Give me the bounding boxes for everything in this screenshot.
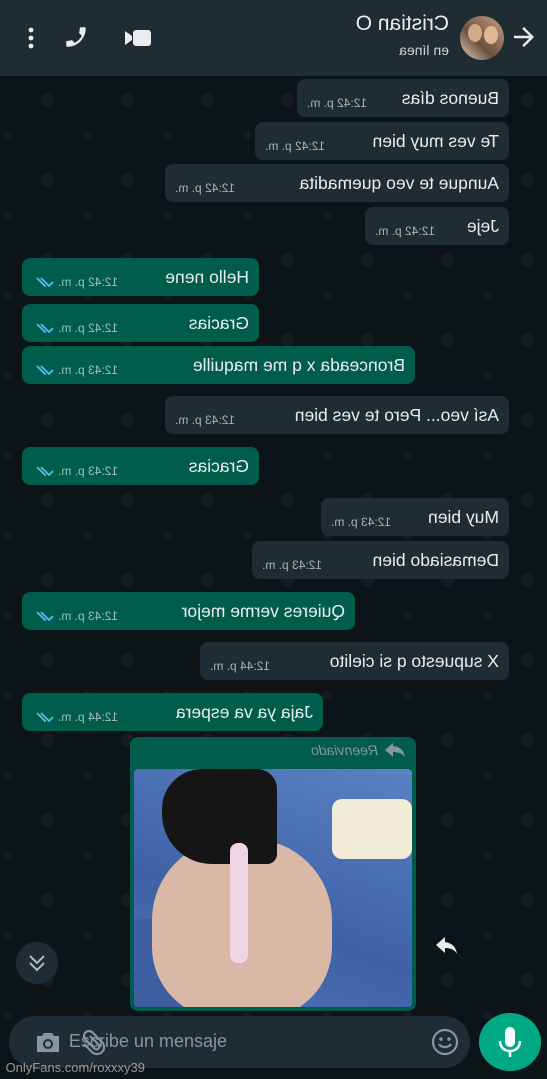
read-ticks-icon	[36, 323, 54, 334]
contact-avatar[interactable]	[460, 16, 504, 60]
message-text: Muy bien	[427, 506, 499, 527]
forward-icon	[385, 743, 405, 757]
microphone-icon[interactable]	[479, 1013, 541, 1071]
scroll-down-icon[interactable]	[16, 942, 58, 984]
forwarded-text: Reenviado	[311, 742, 378, 758]
message-text: Jeje	[466, 215, 499, 236]
message-text: Demasiado bien	[372, 549, 499, 570]
chat-header: Cristian O en línea	[0, 0, 547, 76]
message-text: Bronceada x q me maquille	[192, 354, 405, 375]
message-bubble-incoming[interactable]: Muy bien 12:43 p. m.	[321, 498, 509, 536]
forward-share-icon[interactable]	[425, 924, 469, 968]
message-bubble-incoming[interactable]: Jeje 12:42 p. m.	[365, 207, 509, 245]
voice-call-icon[interactable]	[63, 24, 89, 50]
back-arrow-icon[interactable]	[509, 22, 539, 52]
watermark: OnlyFans.com/roxxxy39	[6, 1060, 146, 1075]
message-time: 12:43 p. m.	[58, 609, 119, 623]
photo-thumbnail[interactable]	[134, 769, 412, 1007]
message-text: Te ves muy bien	[372, 130, 499, 151]
video-call-icon[interactable]	[124, 27, 152, 49]
contact-name[interactable]: Cristian O	[356, 12, 449, 36]
message-bubble-incoming[interactable]: Buenos días 12:42 p. m.	[297, 79, 509, 117]
message-text: Gracias	[188, 312, 249, 333]
message-bubble-outgoing[interactable]: Quieres verme mejor 12:43 p. m.	[22, 592, 355, 630]
message-bubble-incoming[interactable]: X supuesto q si cielito 12:44 p. m.	[200, 642, 509, 680]
message-text: X supuesto q si cielito	[329, 650, 499, 671]
message-bubble-incoming[interactable]: Aunque te veo quemadita 12:42 p. m.	[165, 164, 509, 202]
message-time: 12:44 p. m.	[210, 659, 271, 673]
chat-screen: Cristian O en línea Buenos días 12:42 p.…	[0, 0, 547, 1079]
message-time: 12:42 p. m.	[307, 96, 368, 110]
message-time: 12:43 p. m.	[58, 464, 119, 478]
message-bubble-outgoing[interactable]: Bronceada x q me maquille 12:43 p. m.	[22, 346, 415, 384]
read-ticks-icon	[36, 277, 54, 288]
message-time: 12:42 p. m.	[58, 275, 119, 289]
message-time: 12:42 p. m.	[265, 139, 326, 153]
message-text: Quieres verme mejor	[181, 600, 345, 621]
message-bubble-incoming[interactable]: Te ves muy bien 12:42 p. m.	[255, 122, 509, 160]
message-text: Hello nene	[165, 266, 249, 287]
emoji-icon[interactable]	[431, 1028, 459, 1056]
more-options-icon[interactable]	[27, 26, 35, 50]
message-time: 12:44 p. m.	[58, 710, 119, 724]
message-text: Jaja ya va espera	[175, 701, 313, 722]
message-time: 12:42 p. m.	[175, 181, 236, 195]
message-bubble-outgoing[interactable]: Jaja ya va espera 12:44 p. m.	[22, 693, 323, 731]
message-time: 12:42 p. m.	[375, 224, 436, 238]
message-bubble-outgoing[interactable]: Gracias 12:42 p. m.	[22, 304, 259, 342]
read-ticks-icon	[36, 611, 54, 622]
read-ticks-icon	[36, 365, 54, 376]
message-time: 12:43 p. m.	[175, 413, 236, 427]
message-time: 12:43 p. m.	[262, 558, 323, 572]
camera-icon[interactable]	[34, 1029, 62, 1055]
read-ticks-icon	[36, 466, 54, 477]
message-bubble-outgoing[interactable]: Gracias 12:43 p. m.	[22, 447, 259, 485]
message-time: 12:43 p. m.	[331, 515, 392, 529]
message-text: Gracias	[188, 455, 249, 476]
attach-icon[interactable]	[82, 1028, 108, 1056]
message-text: Buenos días	[401, 87, 499, 108]
forwarded-image-message[interactable]: Reenviado	[130, 737, 416, 1011]
message-text: Aunque te veo quemadita	[299, 172, 499, 193]
message-bubble-outgoing[interactable]: Hello nene 12:42 p. m.	[22, 258, 259, 296]
message-text: Así veo... Pero te ves bien	[294, 404, 499, 425]
message-time: 12:42 p. m.	[58, 321, 119, 335]
message-time: 12:43 p. m.	[58, 363, 119, 377]
contact-status: en línea	[399, 42, 449, 58]
read-ticks-icon	[36, 712, 54, 723]
message-bubble-incoming[interactable]: Así veo... Pero te ves bien 12:43 p. m.	[165, 396, 509, 434]
message-bubble-incoming[interactable]: Demasiado bien 12:43 p. m.	[252, 541, 509, 579]
forwarded-label: Reenviado	[311, 742, 406, 758]
